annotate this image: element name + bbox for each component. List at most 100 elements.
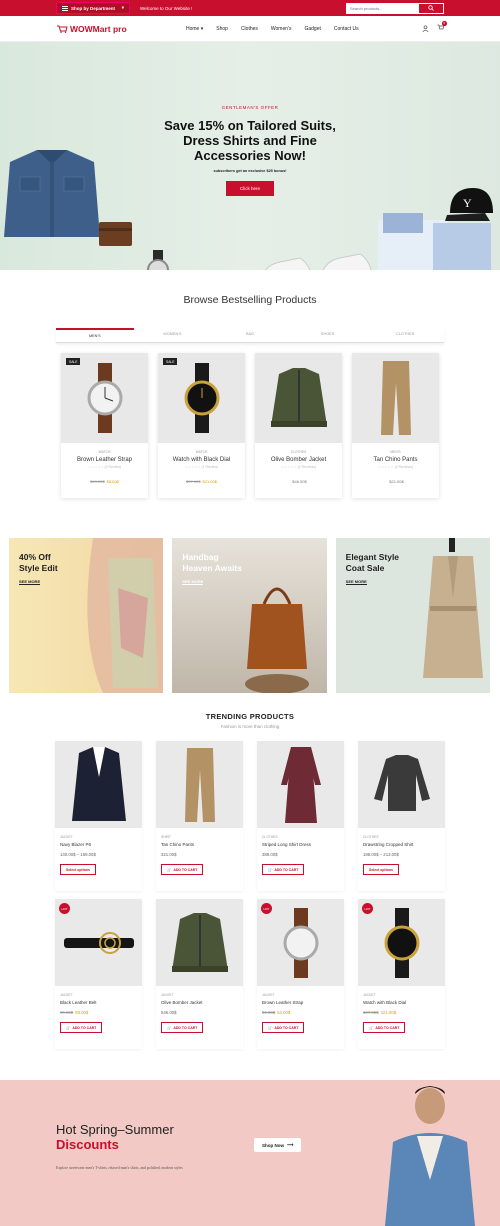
product-name[interactable]: Olive Bomber Jacket xyxy=(255,457,342,463)
trending-product-card[interactable]: HOT JACKET Watch with Black Dial 387.00$… xyxy=(358,899,445,1049)
add-to-cart-button[interactable]: 🛒 ADD TO CART xyxy=(161,864,204,875)
product-name[interactable]: Tan Chino Pants xyxy=(161,842,243,847)
product-name[interactable]: Watch with Black Dial xyxy=(158,457,245,463)
trending-product-card[interactable]: CLOTHES Striped Long Shirt Dress 388.00$… xyxy=(257,741,344,891)
nav-item-shop[interactable]: Shop xyxy=(216,26,228,32)
cart-button[interactable]: 0 xyxy=(437,21,447,33)
shop-by-department-button[interactable]: Shop by Department ▾ xyxy=(56,2,130,14)
product-image[interactable] xyxy=(352,353,439,443)
brown-watch-image xyxy=(283,907,318,978)
product-name[interactable]: Drawstring Cropped Shirt xyxy=(363,842,445,847)
trending-product-card[interactable]: HOT JACKET Black Leather Belt 99.00$ 89.0… xyxy=(55,899,142,1049)
hero-banner: Y GENTLEMAN'S OFFER Save 15% on Tailored… xyxy=(0,42,500,270)
banner-style-edit[interactable]: 40% Off Style Edit SEE MORE xyxy=(9,538,164,693)
welcome-text: Welcome to Our Website ! xyxy=(140,5,193,11)
navy-blazer-image xyxy=(71,746,126,821)
product-name[interactable]: Black Leather Belt xyxy=(60,1000,142,1005)
button-label: Shop Now xyxy=(262,1142,284,1148)
nav-item-contact[interactable]: Contact Us xyxy=(334,26,359,32)
wallet-image xyxy=(99,222,132,246)
baseball-cap-image: Y xyxy=(445,188,493,221)
logo-text: WOWMart pro xyxy=(70,23,127,34)
select-options-button[interactable]: Select options xyxy=(60,864,96,875)
product-name[interactable]: Brown Leather Strap xyxy=(262,1000,344,1005)
trending-product-card[interactable]: JACKET Olive Bomber Jacket 546.00$ 🛒 ADD … xyxy=(156,899,243,1049)
shop-now-button[interactable]: Shop Now ⟶ xyxy=(254,1138,302,1152)
tab-clothes[interactable]: CLOTHES xyxy=(366,328,444,342)
old-price: 99.00$ xyxy=(60,1010,74,1015)
banner-coat-sale[interactable]: Elegant Style Coat Sale SEE MORE xyxy=(335,538,490,693)
nav-item-womens[interactable]: Women's xyxy=(271,26,292,32)
add-to-cart-button[interactable]: 🛒 ADD TO CART xyxy=(262,1022,305,1033)
sneakers-image xyxy=(265,253,372,270)
see-more-link[interactable]: SEE MORE xyxy=(19,579,41,585)
tab-bag[interactable]: BAG xyxy=(211,328,289,342)
nav-item-home[interactable]: Home ▾ xyxy=(186,26,203,32)
add-to-cart-button[interactable]: 🛒 ADD TO CART xyxy=(262,864,305,875)
banner-title-line: Heaven Awaits xyxy=(182,563,242,573)
product-category: MEN'S xyxy=(390,450,401,454)
black-belt-image xyxy=(63,931,134,954)
product-name[interactable]: Watch with Black Dial xyxy=(363,1000,445,1005)
product-image[interactable] xyxy=(255,353,342,443)
hot-badge: HOT xyxy=(261,903,272,914)
product-card[interactable]: CLOTHES Olive Bomber Jacket ☆☆☆☆☆ (2 Rev… xyxy=(255,353,342,498)
logo[interactable]: WOWMart pro xyxy=(56,24,186,34)
add-to-cart-button[interactable]: 🛒 ADD TO CART xyxy=(161,1022,204,1033)
sale-price: 321.00$ xyxy=(380,1010,397,1015)
product-rating: ☆☆☆☆☆ (1 Review) xyxy=(184,465,219,469)
product-image[interactable]: SALE xyxy=(61,353,148,443)
product-price: $99.00$ $5.00$ xyxy=(61,479,148,498)
nav-item-gadget[interactable]: Gadget xyxy=(304,26,320,32)
kimono-image xyxy=(87,538,164,693)
see-more-link[interactable]: SEE MORE xyxy=(182,579,204,585)
tab-shoes[interactable]: SHOES xyxy=(289,328,367,342)
add-to-cart-button[interactable]: 🛒 ADD TO CART xyxy=(60,1022,103,1033)
product-name[interactable]: Striped Long Shirt Dress xyxy=(262,842,344,847)
user-icon[interactable] xyxy=(422,25,429,32)
promo-banners: 40% Off Style Edit SEE MORE Handbag Heaven… xyxy=(0,498,500,693)
product-price: 99.00$ 89.00$ xyxy=(60,1010,142,1015)
search-bar xyxy=(346,2,444,14)
trending-product-card[interactable]: JACKET Navy Blazer P6 140.00$ – 169.00$ … xyxy=(55,741,142,891)
see-more-link[interactable]: SEE MORE xyxy=(345,579,367,585)
select-options-button[interactable]: Select options xyxy=(363,864,399,875)
search-input[interactable] xyxy=(346,2,418,14)
banner-title-line: 40% Off xyxy=(19,552,51,562)
product-card[interactable]: SALE WATCH Watch with Black Dial ☆☆☆☆☆ (… xyxy=(158,353,245,498)
olive-jacket-image xyxy=(270,368,327,427)
add-to-cart-button[interactable]: 🛒 ADD TO CART xyxy=(363,1022,406,1033)
hero-cta-button[interactable]: Click here xyxy=(225,181,274,196)
product-name[interactable]: Brown Leather Strap xyxy=(61,457,148,463)
product-name[interactable]: Olive Bomber Jacket xyxy=(161,1000,243,1005)
product-category: JACKET xyxy=(161,993,174,997)
product-name[interactable]: Tan Chino Pants xyxy=(352,457,439,463)
product-price: 388.00$ xyxy=(262,852,278,857)
tan-chino-image xyxy=(184,747,215,822)
banner-handbag[interactable]: Handbag Heaven Awaits SEE MORE xyxy=(172,538,327,693)
product-image[interactable] xyxy=(257,741,344,828)
search-button[interactable] xyxy=(418,2,444,14)
product-image[interactable] xyxy=(55,741,142,828)
product-name[interactable]: Navy Blazer P6 xyxy=(60,842,142,847)
nav-menu: Home ▾ Shop Clothes Women's Gadget Conta… xyxy=(186,26,422,32)
product-image[interactable]: HOT xyxy=(358,899,445,986)
product-image[interactable]: HOT xyxy=(257,899,344,986)
trending-product-card[interactable]: HOT JACKET Brown Leather Strap 99.00$ 53.… xyxy=(257,899,344,1049)
product-price: 546.00$ xyxy=(161,1010,177,1015)
tab-mens[interactable]: MEN'S xyxy=(56,328,134,342)
trending-product-card[interactable]: CLOTHES Drawstring Cropped Shirt 188.00$… xyxy=(358,741,445,891)
product-price: 321.00$ xyxy=(161,852,177,857)
product-card[interactable]: MEN'S Tan Chino Pants ☆☆☆☆☆ (2 Reviews) … xyxy=(352,353,439,498)
product-image[interactable]: SALE xyxy=(158,353,245,443)
product-image[interactable] xyxy=(156,741,243,828)
product-image[interactable] xyxy=(156,899,243,986)
brown-watch-image xyxy=(87,363,122,433)
tab-womens[interactable]: WOMEN'S xyxy=(134,328,212,342)
product-card[interactable]: SALE WATCH Brown Leather Strap ☆☆☆☆☆ (2 … xyxy=(61,353,148,498)
product-image[interactable] xyxy=(358,741,445,828)
nav-item-clothes[interactable]: Clothes xyxy=(241,26,258,32)
product-category: JACKET xyxy=(363,993,376,997)
trending-product-card[interactable]: SHIRT Tan Chino Pants 321.00$ 🛒 ADD TO CA… xyxy=(156,741,243,891)
product-image[interactable]: HOT xyxy=(55,899,142,986)
